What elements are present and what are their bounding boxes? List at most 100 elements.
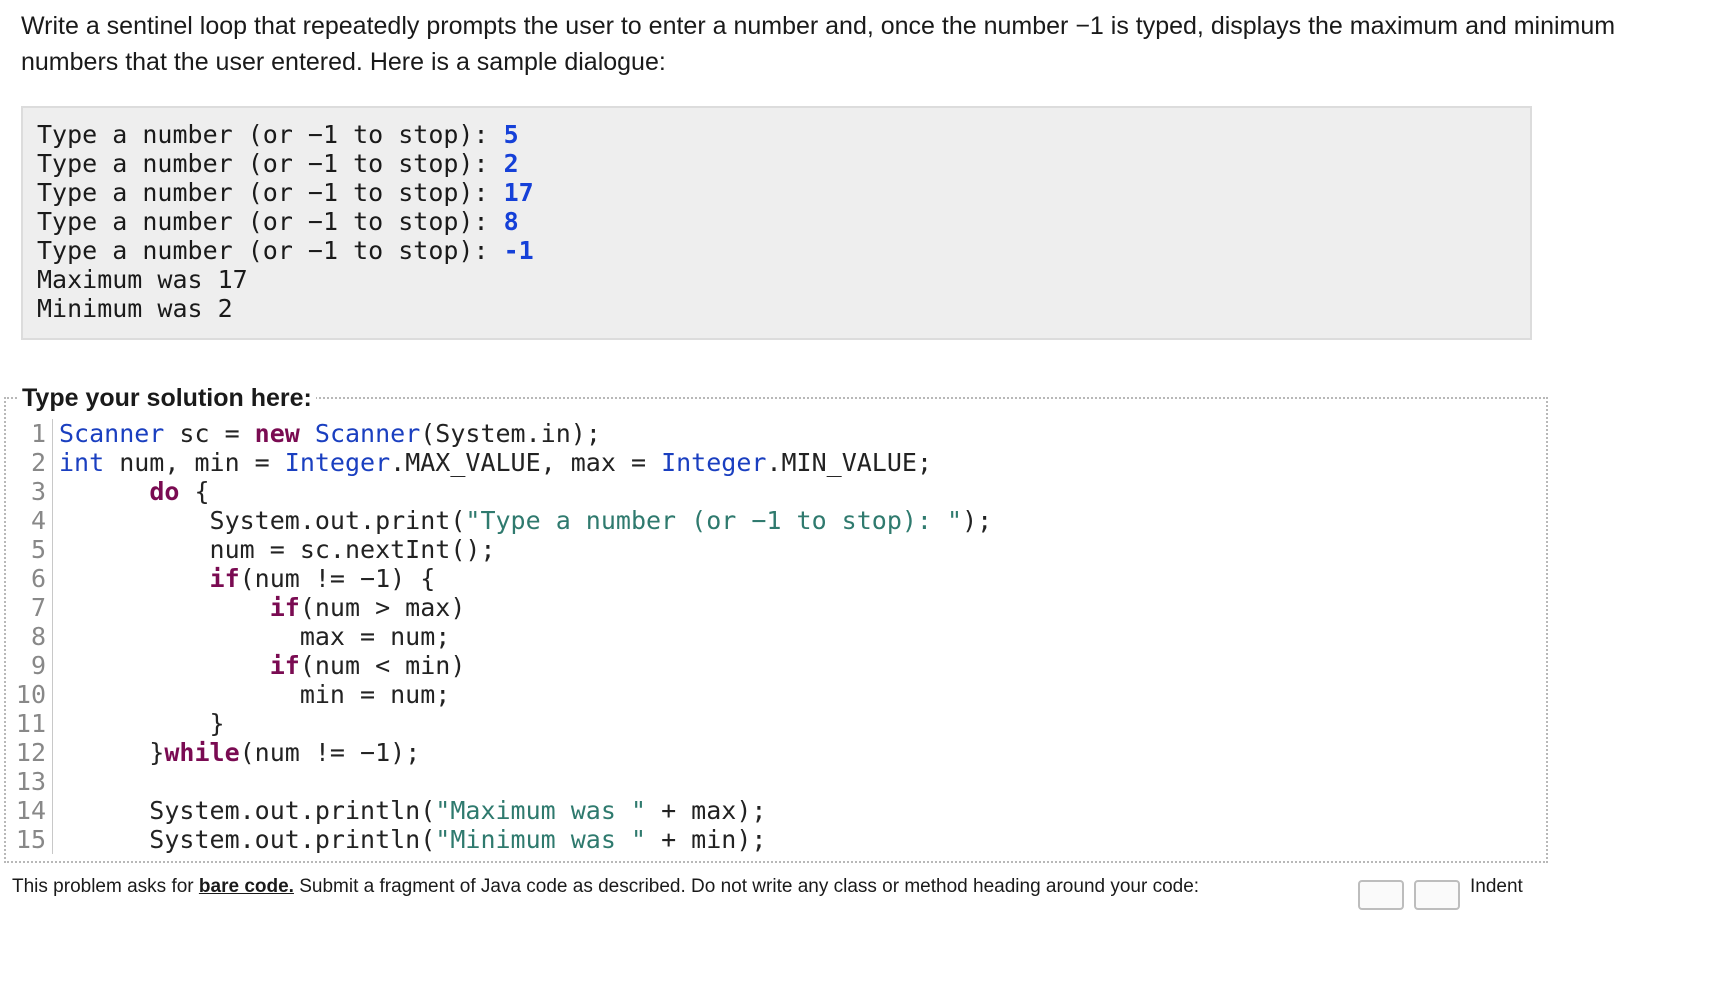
code-line: 15 System.out.println("Minimum was " + m… [8,825,1528,854]
code-token: "Type a number (or −1 to stop): " [465,506,963,535]
dialogue-prompt: Type a number (or −1 to stop): [37,178,504,207]
code-token: num = sc.nextInt(); [59,535,496,564]
code-line: 11 } [8,709,1528,738]
line-number: 2 [8,448,53,477]
code-token: if [269,593,300,622]
code-token: sc = [164,419,255,448]
problem-prompt: Write a sentinel loop that repeatedly pr… [21,12,1616,76]
code-text: System.out.print("Type a number (or −1 t… [59,506,993,535]
code-token: Scanner [314,419,421,448]
code-token: do [149,477,180,506]
code-token: if [269,651,300,680]
code-line: 1 Scanner sc = new Scanner(System.in); [8,419,1528,448]
dialogue-line: Type a number (or −1 to stop): -1 [37,236,1530,265]
code-line: 3 do { [8,477,1528,506]
code-token: + max); [646,796,767,825]
code-text: if(num > max) [59,593,466,622]
code-token: Integer [284,448,391,477]
code-token: .MIN_VALUE; [766,448,933,477]
dialogue-output: Minimum was 2 [37,294,233,323]
code-text: System.out.println("Maximum was " + max)… [59,796,766,825]
code-text: max = num; [59,622,451,651]
code-token: System.out.print( [59,506,466,535]
line-number: 10 [8,680,53,709]
code-token: { [179,477,210,506]
code-token: } [59,738,165,767]
code-editor[interactable]: 1 Scanner sc = new Scanner(System.in); 2 in… [8,419,1528,854]
dialogue-output: Maximum was 17 [37,265,248,294]
code-line: 6 if(num != −1) { [8,564,1528,593]
code-line: 12 }while(num != −1); [8,738,1528,767]
code-token: num, min = [104,448,285,477]
code-token: (num != −1) { [239,564,436,593]
code-token: System.out.println( [59,825,436,854]
line-number: 13 [8,767,53,796]
code-token: Scanner [59,419,165,448]
code-text: do { [59,477,210,506]
code-line: 5 num = sc.nextInt(); [8,535,1528,564]
footer-text-before: This problem asks for [12,876,199,897]
toolbar-button-1[interactable] [1358,880,1404,910]
code-token: } [59,709,225,738]
code-token: (num != −1); [239,738,421,767]
code-token: "Maximum was " [435,796,647,825]
line-number: 6 [8,564,53,593]
code-text: } [59,709,225,738]
code-token: max = num; [59,622,451,651]
line-number: 7 [8,593,53,622]
line-number: 12 [8,738,53,767]
dialogue-prompt: Type a number (or −1 to stop): [37,120,504,149]
footer-text-after: Submit a fragment of Java code as descri… [293,876,1200,897]
code-token: Integer [661,448,767,477]
code-text: if(num != −1) { [59,564,436,593]
dialogue-prompt: Type a number (or −1 to stop): [37,236,504,265]
code-token: int [59,448,105,477]
line-number: 11 [8,709,53,738]
line-number: 9 [8,651,53,680]
code-token: while [164,738,240,767]
code-token: .MAX_VALUE, max = [390,448,662,477]
code-token: System.out.println( [59,796,436,825]
sample-dialogue: Type a number (or −1 to stop): 5 Type a n… [21,106,1532,340]
footer-bold: bare code. [198,876,294,897]
code-line: 8 max = num; [8,622,1528,651]
dialogue-line: Type a number (or −1 to stop): 2 [37,149,1530,178]
dialogue-input: 17 [503,178,534,207]
dialogue-input: 2 [503,149,519,178]
indent-label[interactable]: Indent [1470,876,1523,898]
code-line: 13 [8,767,1528,796]
code-text: int num, min = Integer.MAX_VALUE, max = … [59,448,932,477]
code-text: Scanner sc = new Scanner(System.in); [59,419,601,448]
solution-legend: Type your solution here: [18,382,316,414]
dialogue-line: Type a number (or −1 to stop): 17 [37,178,1530,207]
footer-note: This problem asks for bare code. Submit … [12,876,1199,898]
dialogue-prompt: Type a number (or −1 to stop): [37,149,504,178]
line-number: 14 [8,796,53,825]
dialogue-input: -1 [503,236,534,265]
line-number: 3 [8,477,53,506]
dialogue-line: Type a number (or −1 to stop): 8 [37,207,1530,236]
dialogue-input: 5 [503,120,519,149]
code-token: + min); [646,825,767,854]
code-line: 9 if(num < min) [8,651,1528,680]
code-token: (num < min) [299,651,466,680]
line-number: 1 [8,419,53,448]
dialogue-input: 8 [503,207,519,236]
code-token: ); [962,506,993,535]
code-line: 14 System.out.println("Maximum was " + m… [8,796,1528,825]
toolbar-button-2[interactable] [1414,880,1460,910]
line-number: 15 [8,825,53,854]
code-text: if(num < min) [59,651,466,680]
line-number: 8 [8,622,53,651]
code-token: min = num; [59,680,451,709]
dialogue-prompt: Type a number (or −1 to stop): [37,207,504,236]
line-number: 4 [8,506,53,535]
code-token: if [209,564,240,593]
code-text: num = sc.nextInt(); [59,535,496,564]
code-text: min = num; [59,680,451,709]
